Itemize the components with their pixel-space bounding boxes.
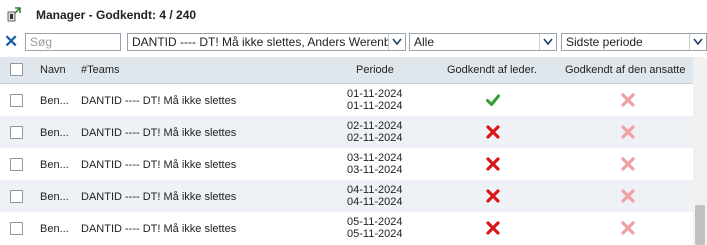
table-row[interactable]: Ben... DANTID ---- DT! Må ikke slettes 05-… (0, 212, 693, 244)
column-header-name[interactable]: Navn (40, 64, 66, 76)
column-header-teams[interactable]: #Teams (81, 64, 120, 76)
employee-name: Ben... (40, 223, 69, 235)
status-select-value: Alle (414, 35, 435, 49)
employee-not-approved-x-icon (621, 221, 635, 235)
period-from: 02-11-2024 (347, 120, 403, 132)
employee-not-approved-x-icon (621, 189, 635, 203)
period-select[interactable]: Sidste periode (561, 33, 707, 51)
employee-name: Ben... (40, 191, 69, 203)
filter-bar: ✕ DANTID ---- DT! Må ikke slettes, Ander… (0, 31, 707, 55)
column-header-employee-approved[interactable]: Godkendt af den ansatte (565, 64, 685, 76)
period-from: 04-11-2024 (347, 184, 403, 196)
team-select-value: DANTID ---- DT! Må ikke slettes, Anders … (132, 35, 401, 49)
table-header: Navn #Teams Periode Godkendt af leder. G… (0, 57, 693, 84)
period-from: 01-11-2024 (347, 88, 403, 100)
team-name: DANTID ---- DT! Må ikke slettes (81, 159, 237, 171)
manager-app-icon (6, 6, 22, 22)
title-bar: Manager - Godkendt: 4 / 240 (0, 0, 707, 30)
period-to: 01-11-2024 (347, 100, 403, 112)
window-title: Manager - Godkendt: 4 / 240 (36, 8, 197, 22)
table-row[interactable]: Ben... DANTID ---- DT! Må ikke slettes 03-… (0, 148, 693, 180)
period-from: 05-11-2024 (347, 216, 403, 228)
not-approved-x-icon[interactable] (486, 125, 500, 139)
period-to: 05-11-2024 (347, 228, 403, 240)
employee-name: Ben... (40, 159, 69, 171)
period-from: 03-11-2024 (347, 152, 403, 164)
row-checkbox[interactable] (10, 94, 23, 107)
row-checkbox[interactable] (10, 222, 23, 235)
team-name: DANTID ---- DT! Må ikke slettes (81, 223, 237, 235)
employee-not-approved-x-icon (621, 125, 635, 139)
period-dates: 03-11-2024 03-11-2024 (347, 152, 407, 176)
employee-not-approved-x-icon (621, 93, 635, 107)
vertical-scrollbar[interactable] (693, 57, 707, 245)
not-approved-x-icon[interactable] (486, 221, 500, 235)
period-dates: 05-11-2024 05-11-2024 (347, 216, 407, 240)
team-name: DANTID ---- DT! Må ikke slettes (81, 191, 237, 203)
select-all-checkbox[interactable] (10, 63, 23, 76)
period-to: 02-11-2024 (347, 132, 403, 144)
row-checkbox[interactable] (10, 126, 23, 139)
table-row[interactable]: Ben... DANTID ---- DT! Må ikke slettes 04-… (0, 180, 693, 212)
search-input[interactable] (25, 33, 121, 51)
column-header-manager-approved[interactable]: Godkendt af leder. (447, 64, 537, 76)
scrollbar-thumb[interactable] (695, 205, 705, 245)
team-name: DANTID ---- DT! Må ikke slettes (81, 95, 237, 107)
status-select[interactable]: Alle (409, 33, 557, 51)
chevron-down-icon[interactable] (388, 34, 405, 50)
row-checkbox[interactable] (10, 190, 23, 203)
period-dates: 04-11-2024 04-11-2024 (347, 184, 407, 208)
employee-name: Ben... (40, 127, 69, 139)
employee-not-approved-x-icon (621, 157, 635, 171)
employee-name: Ben... (40, 95, 69, 107)
team-select[interactable]: DANTID ---- DT! Må ikke slettes, Anders … (127, 33, 406, 51)
team-name: DANTID ---- DT! Må ikke slettes (81, 127, 237, 139)
table-row[interactable]: Ben... DANTID ---- DT! Må ikke slettes 02-… (0, 116, 693, 148)
not-approved-x-icon[interactable] (486, 157, 500, 171)
close-icon[interactable]: ✕ (4, 33, 20, 51)
row-checkbox[interactable] (10, 158, 23, 171)
not-approved-x-icon[interactable] (486, 189, 500, 203)
chevron-down-icon[interactable] (689, 34, 706, 50)
period-to: 03-11-2024 (347, 164, 403, 176)
approved-check-icon[interactable] (486, 93, 500, 107)
period-dates: 01-11-2024 01-11-2024 (347, 88, 407, 112)
chevron-down-icon[interactable] (539, 34, 556, 50)
period-dates: 02-11-2024 02-11-2024 (347, 120, 407, 144)
period-select-value: Sidste periode (566, 35, 643, 49)
period-to: 04-11-2024 (347, 196, 403, 208)
table-row[interactable]: Ben... DANTID ---- DT! Må ikke slettes 01-… (0, 84, 693, 116)
column-header-period[interactable]: Periode (356, 64, 394, 76)
